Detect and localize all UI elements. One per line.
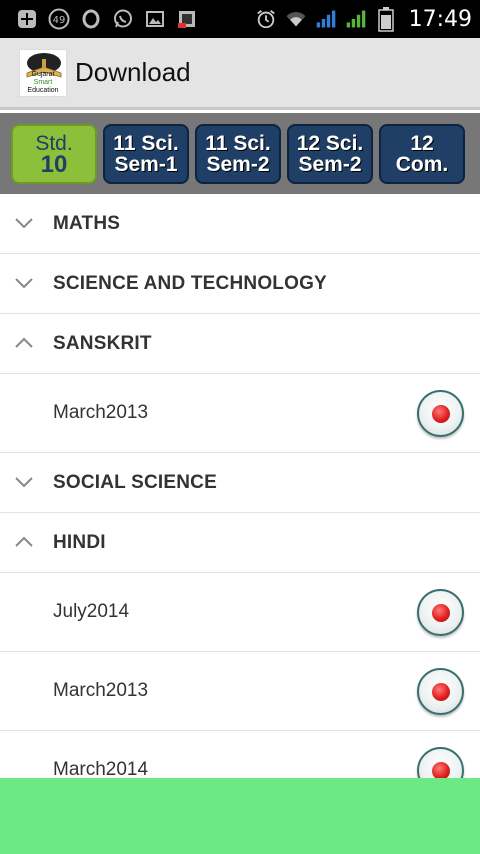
page-title: Download [75, 57, 191, 87]
chevron-up-icon [15, 536, 33, 547]
group-header-sanskrit[interactable]: SANSKRIT [0, 314, 480, 374]
tab-label-line2: Sem-1 [114, 152, 178, 176]
group-label: SOCIAL SCIENCE [53, 471, 217, 493]
paper-label: March2014 [53, 759, 149, 778]
paper-label: March2013 [53, 402, 149, 423]
download-button[interactable] [417, 668, 464, 715]
add-notification-icon [16, 8, 38, 30]
record-icon [431, 682, 450, 701]
opera-icon [80, 8, 102, 30]
chevron-down-icon [15, 278, 33, 289]
list-item[interactable]: March2013 [0, 652, 480, 731]
wifi-icon [285, 8, 307, 30]
notification-count-icon: 49 [48, 8, 70, 30]
notification-count: 49 [53, 15, 66, 26]
paper-label: July2014 [53, 601, 130, 622]
tab-label-line1: 11 Sci. [113, 131, 179, 155]
tab-std-10[interactable]: Std. 10 [11, 123, 97, 184]
download-button[interactable] [417, 390, 464, 437]
list-item[interactable]: July2014 [0, 573, 480, 652]
list-item[interactable]: March2014 [0, 731, 480, 778]
tab-12-com[interactable]: 12 Com. [379, 123, 465, 184]
signal-strength-2-icon [345, 8, 367, 30]
ad-banner[interactable] [0, 778, 480, 854]
gallery-icon [144, 8, 166, 30]
whatsapp-icon [112, 8, 134, 30]
chevron-down-icon [15, 477, 33, 488]
record-icon [431, 603, 450, 622]
subject-list: MATHS SCIENCE AND TECHNOLOGY SANSKRIT Ma… [0, 194, 480, 778]
tab-label-line2: Sem-2 [298, 152, 362, 176]
paper-label: March2013 [53, 680, 149, 701]
group-label: MATHS [53, 212, 121, 234]
standard-tabs: Std. 10 11 Sci. Sem-1 11 Sci. Sem-2 12 S… [0, 113, 480, 194]
group-label: SCIENCE AND TECHNOLOGY [53, 272, 327, 294]
app-logo[interactable]: Gujarat Smart Education [19, 48, 67, 97]
app-notification-icon [176, 8, 198, 30]
tab-label-line2: Sem-2 [206, 152, 270, 176]
tab-label-line1: 12 [410, 131, 434, 155]
download-button[interactable] [417, 747, 464, 778]
record-icon [431, 761, 450, 778]
tab-label-line2: Com. [395, 152, 449, 176]
record-icon [431, 404, 450, 423]
status-bar: 49 17:49 [0, 0, 480, 38]
app-bar: Gujarat Smart Education Download [0, 38, 480, 110]
group-header-science-and-technology[interactable]: SCIENCE AND TECHNOLOGY [0, 254, 480, 314]
tab-label-line1: 11 Sci. [205, 131, 271, 155]
group-header-social-science[interactable]: SOCIAL SCIENCE [0, 453, 480, 513]
group-header-maths[interactable]: MATHS [0, 194, 480, 254]
tab-11-sci-sem-1[interactable]: 11 Sci. Sem-1 [103, 123, 189, 184]
tab-11-sci-sem-2[interactable]: 11 Sci. Sem-2 [195, 123, 281, 184]
battery-icon [375, 7, 397, 32]
tab-12-sci-sem-2[interactable]: 12 Sci. Sem-2 [287, 123, 373, 184]
list-item[interactable]: March2013 [0, 374, 480, 453]
logo-text: Gujarat Smart Education [27, 70, 59, 94]
group-label: HINDI [53, 531, 106, 553]
download-button[interactable] [417, 589, 464, 636]
tab-label-line2: 10 [40, 150, 68, 178]
tab-label-line1: 12 Sci. [296, 131, 364, 155]
chevron-up-icon [15, 337, 33, 348]
group-header-hindi[interactable]: HINDI [0, 513, 480, 573]
chevron-down-icon [15, 218, 33, 229]
group-label: SANSKRIT [53, 332, 152, 354]
alarm-icon [255, 8, 277, 30]
status-time: 17:49 [408, 6, 472, 32]
signal-strength-1-icon [315, 8, 337, 30]
